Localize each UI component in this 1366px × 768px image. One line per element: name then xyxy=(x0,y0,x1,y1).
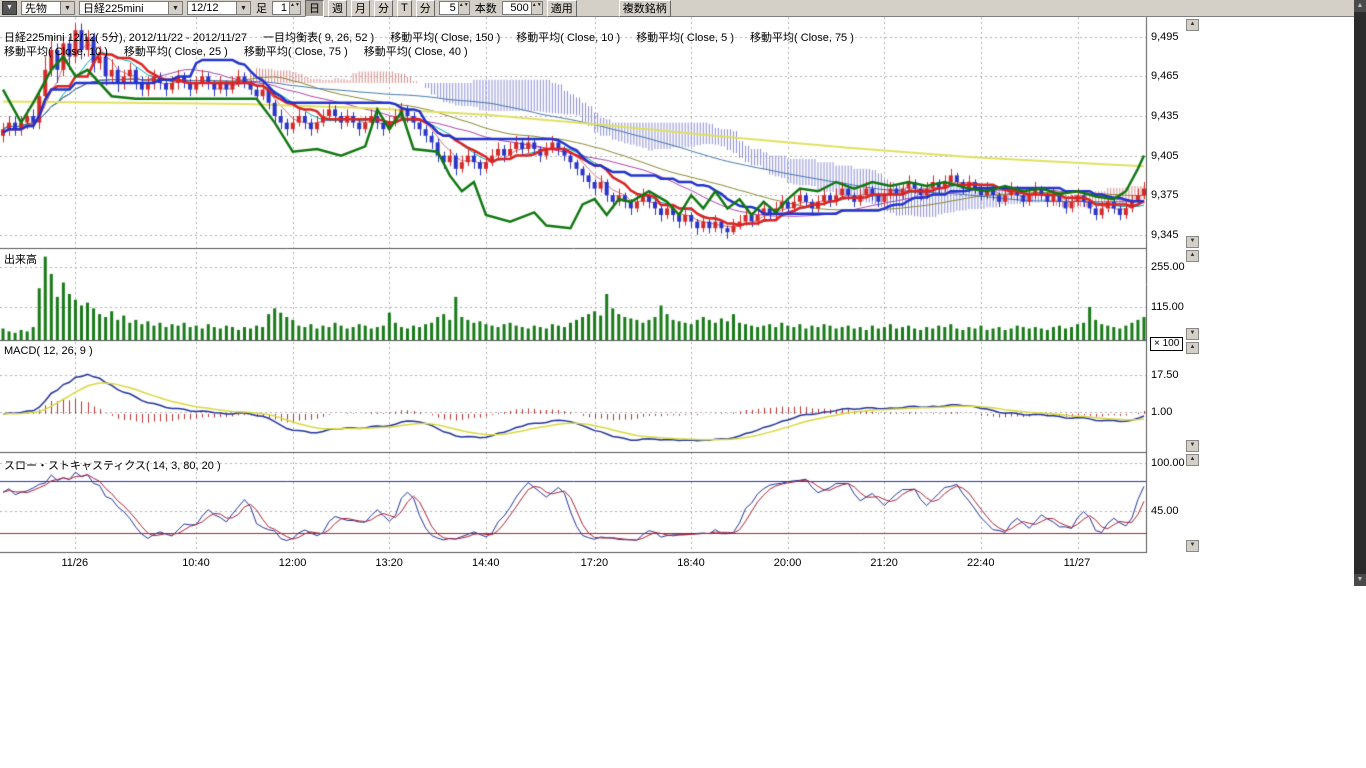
period-week-button[interactable]: 週 xyxy=(328,0,347,17)
stoch-panel-scroll-up[interactable]: ▲ xyxy=(1186,454,1199,466)
tick-button[interactable]: T xyxy=(397,0,412,17)
price-axis-label: 9,465 xyxy=(1151,70,1179,82)
macd-axis-label: 17.50 xyxy=(1151,369,1179,381)
volume-panel-label: 出来高 xyxy=(4,251,37,267)
indicator-legend-ma10b: 移動平均( Close, 10 ) xyxy=(4,43,108,59)
price-axis-label: 9,435 xyxy=(1151,110,1179,122)
indicator-legend-ma40: 移動平均( Close, 40 ) xyxy=(364,43,468,59)
ashi-label: 足 xyxy=(255,0,268,16)
time-axis-label: 11/26 xyxy=(61,557,88,569)
time-axis-label: 17:20 xyxy=(581,557,609,569)
time-axis-label: 11/27 xyxy=(1064,557,1091,569)
period-month-button[interactable]: 月 xyxy=(351,0,370,17)
price-axis-label: 9,495 xyxy=(1151,31,1179,43)
period-day-button[interactable]: 日 xyxy=(305,0,324,17)
minute-stepper[interactable]: 5 ▲▼ xyxy=(439,1,470,15)
stepper-arrows-icon: ▲▼ xyxy=(458,2,469,14)
toolbar: ▼ 先物 ▼ 日経225mini ▼ 12/12 ▼ 足 1 ▲▼ 日 週 月 … xyxy=(0,0,1366,17)
time-axis-label: 20:00 xyxy=(774,557,802,569)
instrument-type-value: 先物 xyxy=(22,0,50,16)
instrument-type-select[interactable]: 先物 ▼ xyxy=(21,1,75,15)
time-axis-label: 14:40 xyxy=(472,557,500,569)
bars-stepper[interactable]: 500 ▲▼ xyxy=(502,1,543,15)
scrollbar-down-button[interactable]: ▼ xyxy=(1354,574,1366,586)
chevron-up-icon: ▲ xyxy=(1357,2,1364,9)
volume-panel-scroll-down[interactable]: ▼ xyxy=(1186,328,1199,340)
scrollbar-up-button[interactable]: ▲ xyxy=(1354,0,1366,12)
stoch-panel-scroll-down[interactable]: ▼ xyxy=(1186,540,1199,552)
chevron-down-icon: ▼ xyxy=(6,4,13,11)
indicator-legend-ma75: 移動平均( Close, 75 ) xyxy=(750,29,854,45)
time-axis-label: 13:20 xyxy=(375,557,403,569)
symbol-select[interactable]: 日経225mini ▼ xyxy=(79,1,183,15)
stoch-axis-label: 45.00 xyxy=(1151,505,1179,517)
chevron-down-icon: ▼ xyxy=(1357,576,1364,583)
contract-month-select[interactable]: 12/12 ▼ xyxy=(187,1,251,15)
chevron-down-icon: ▼ xyxy=(236,2,250,14)
bars-value: 500 xyxy=(503,2,531,14)
chart-canvas[interactable] xyxy=(0,0,1148,585)
chevron-down-icon: ▼ xyxy=(168,2,182,14)
time-axis-label: 21:20 xyxy=(870,557,898,569)
indicator-legend-ma10: 移動平均( Close, 10 ) xyxy=(516,29,620,45)
price-panel-scroll-up[interactable]: ▲ xyxy=(1186,19,1199,31)
volume-panel-scroll-up[interactable]: ▲ xyxy=(1186,250,1199,262)
price-axis-label: 9,405 xyxy=(1151,150,1179,162)
volume-multiplier-badge: × 100 xyxy=(1150,337,1183,351)
period-minute-button[interactable]: 分 xyxy=(374,0,393,17)
price-panel-scroll-down[interactable]: ▼ xyxy=(1186,236,1199,248)
apply-button[interactable]: 適用 xyxy=(547,0,577,17)
macd-panel-scroll-up[interactable]: ▲ xyxy=(1186,342,1199,354)
indicator-legend-ma5: 移動平均( Close, 5 ) xyxy=(636,29,734,45)
stoch-axis-label: 100.00 xyxy=(1151,457,1185,469)
chevron-down-icon: ▼ xyxy=(60,2,74,14)
vertical-scrollbar[interactable]: ▲ ▼ xyxy=(1354,0,1366,586)
interval-value: 1 xyxy=(273,2,289,14)
chart-header-line2: 移動平均( Close, 10 ) 移動平均( Close, 25 ) 移動平均… xyxy=(4,43,468,59)
charting-app-window: ▼ 先物 ▼ 日経225mini ▼ 12/12 ▼ 足 1 ▲▼ 日 週 月 … xyxy=(0,0,1366,768)
contract-month-value: 12/12 xyxy=(188,2,222,14)
stepper-arrows-icon: ▲▼ xyxy=(531,2,542,14)
macd-panel-label: MACD( 12, 26, 9 ) xyxy=(4,345,93,357)
minute-button[interactable]: 分 xyxy=(416,0,435,17)
bars-label: 本数 xyxy=(474,0,498,16)
time-axis-label: 10:40 xyxy=(182,557,210,569)
interval-stepper[interactable]: 1 ▲▼ xyxy=(272,1,301,15)
price-axis-label: 9,375 xyxy=(1151,189,1179,201)
symbol-value: 日経225mini xyxy=(80,0,147,16)
chart-region: 日経225mini 12/12( 5分), 2012/11/22 - 2012/… xyxy=(0,0,1354,600)
macd-panel-scroll-down[interactable]: ▼ xyxy=(1186,440,1199,452)
window-menu-button[interactable]: ▼ xyxy=(2,1,17,15)
macd-axis-label: 1.00 xyxy=(1151,406,1172,418)
minute-value: 5 xyxy=(440,2,458,14)
time-axis-label: 22:40 xyxy=(967,557,995,569)
volume-axis-label: 255.00 xyxy=(1151,261,1185,273)
stepper-arrows-icon: ▲▼ xyxy=(289,2,300,14)
indicator-legend-ma75b: 移動平均( Close, 75 ) xyxy=(244,43,348,59)
time-axis-label: 18:40 xyxy=(677,557,705,569)
stoch-panel-label: スロー・ストキャスティクス( 14, 3, 80, 20 ) xyxy=(4,457,221,473)
time-axis-label: 12:00 xyxy=(279,557,307,569)
price-axis-label: 9,345 xyxy=(1151,229,1179,241)
indicator-legend-ma25: 移動平均( Close, 25 ) xyxy=(124,43,228,59)
multi-symbol-button[interactable]: 複数銘柄 xyxy=(619,0,671,17)
volume-axis-label: 115.00 xyxy=(1151,301,1184,313)
